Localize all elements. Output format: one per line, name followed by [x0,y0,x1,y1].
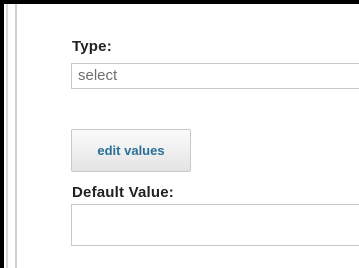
type-value: select [78,67,118,84]
left-rail [0,0,4,268]
type-field[interactable]: select [71,63,359,89]
default-value-field[interactable] [71,204,359,246]
sidebar-divider-secondary [15,4,17,268]
default-value-label: Default Value: [72,184,174,201]
edit-values-button[interactable]: edit values [71,129,191,172]
form-panel: Type: select edit values Default Value: [0,0,359,268]
type-label: Type: [72,38,112,55]
top-border [0,0,359,4]
sidebar-divider [6,4,8,268]
